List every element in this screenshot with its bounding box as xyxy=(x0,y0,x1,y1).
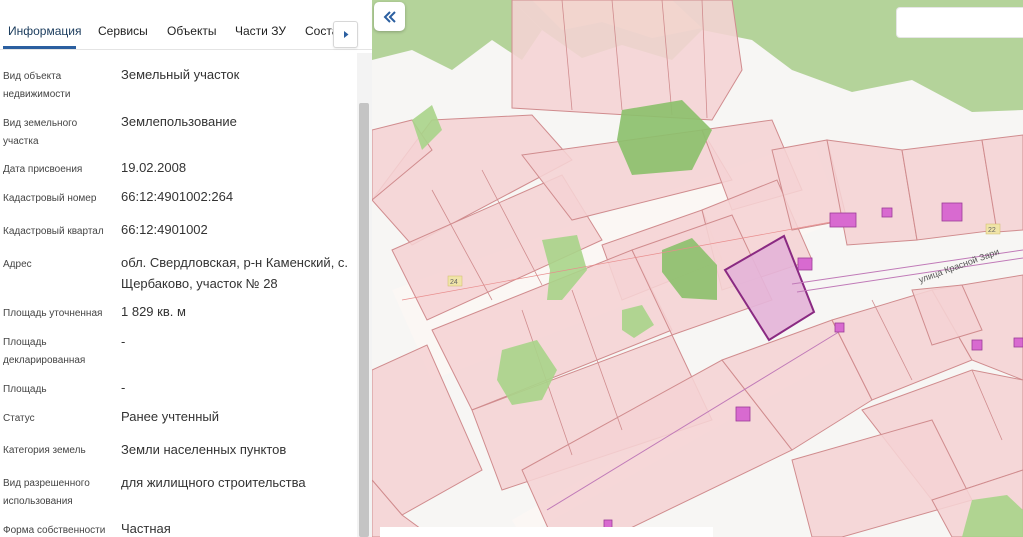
scrollbar-thumb[interactable] xyxy=(359,103,369,537)
property-value: Земли населенных пунктов xyxy=(121,442,287,457)
property-label: Кадастровый квартал xyxy=(3,226,104,237)
property-value: Землепользование xyxy=(121,114,237,129)
property-label: Вид объекта недвижимости xyxy=(3,71,71,100)
info-panel: Информация Сервисы Объекты Части ЗУ Сост… xyxy=(0,0,372,537)
area-value: 1 829 кв. м xyxy=(121,304,186,319)
property-value: для жилищного строительства xyxy=(121,475,306,490)
cadastral-quarter: 66:12:4901002 xyxy=(121,222,208,237)
double-chevron-left-icon xyxy=(383,10,396,23)
property-label: Вид разрешенного использования xyxy=(3,478,90,507)
property-label: Форма собственности xyxy=(3,525,106,536)
parcel-number-label: 24 xyxy=(450,279,458,286)
property-label: Площадь декларированная xyxy=(3,337,86,366)
property-label: Статус xyxy=(3,413,35,424)
bottom-info-card xyxy=(380,527,713,537)
property-label: Дата присвоения xyxy=(3,164,83,175)
property-label: Категория земель xyxy=(3,445,86,456)
tab-services[interactable]: Сервисы xyxy=(98,24,148,38)
tab-objects[interactable]: Объекты xyxy=(167,24,217,38)
status-value: Ранее учтенный xyxy=(121,409,219,424)
property-value: Частная xyxy=(121,521,171,536)
map-search-field[interactable] xyxy=(896,7,1023,38)
property-value: - xyxy=(121,380,126,395)
property-label: Адрес xyxy=(3,259,32,270)
property-label: Площадь xyxy=(3,384,47,395)
collapse-panel-button[interactable] xyxy=(374,2,405,31)
panel-scrollbar[interactable] xyxy=(357,53,372,537)
tab-information[interactable]: Информация xyxy=(8,24,81,38)
tabs-scroll-right-button[interactable] xyxy=(333,21,358,48)
tab-bar: Информация Сервисы Объекты Части ЗУ Сост… xyxy=(0,0,372,50)
property-value: Земельный участок xyxy=(121,67,240,82)
street-label: улица Красной Зари xyxy=(917,246,1000,284)
address-value: обл. Свердловская, р-н Каменский, с. Щер… xyxy=(121,255,349,291)
chevron-right-icon xyxy=(343,31,348,38)
cadastral-map[interactable]: 24 22 улица Красной Зари xyxy=(372,0,1023,537)
property-value: - xyxy=(121,334,126,349)
map-canvas: 24 22 улица Красной Зари xyxy=(372,0,1023,537)
parcel-number-label: 22 xyxy=(988,227,996,234)
property-value: 19.02.2008 xyxy=(121,160,187,175)
tab-land-parts[interactable]: Части ЗУ xyxy=(235,24,286,38)
property-label: Площадь уточненная xyxy=(3,308,103,319)
map-search-input[interactable] xyxy=(897,8,1023,37)
tab-divider xyxy=(0,49,372,50)
property-label: Вид земельного участка xyxy=(3,118,78,147)
cadastral-number: 66:12:4901002:264 xyxy=(121,189,234,204)
property-label: Кадастровый номер xyxy=(3,193,97,204)
